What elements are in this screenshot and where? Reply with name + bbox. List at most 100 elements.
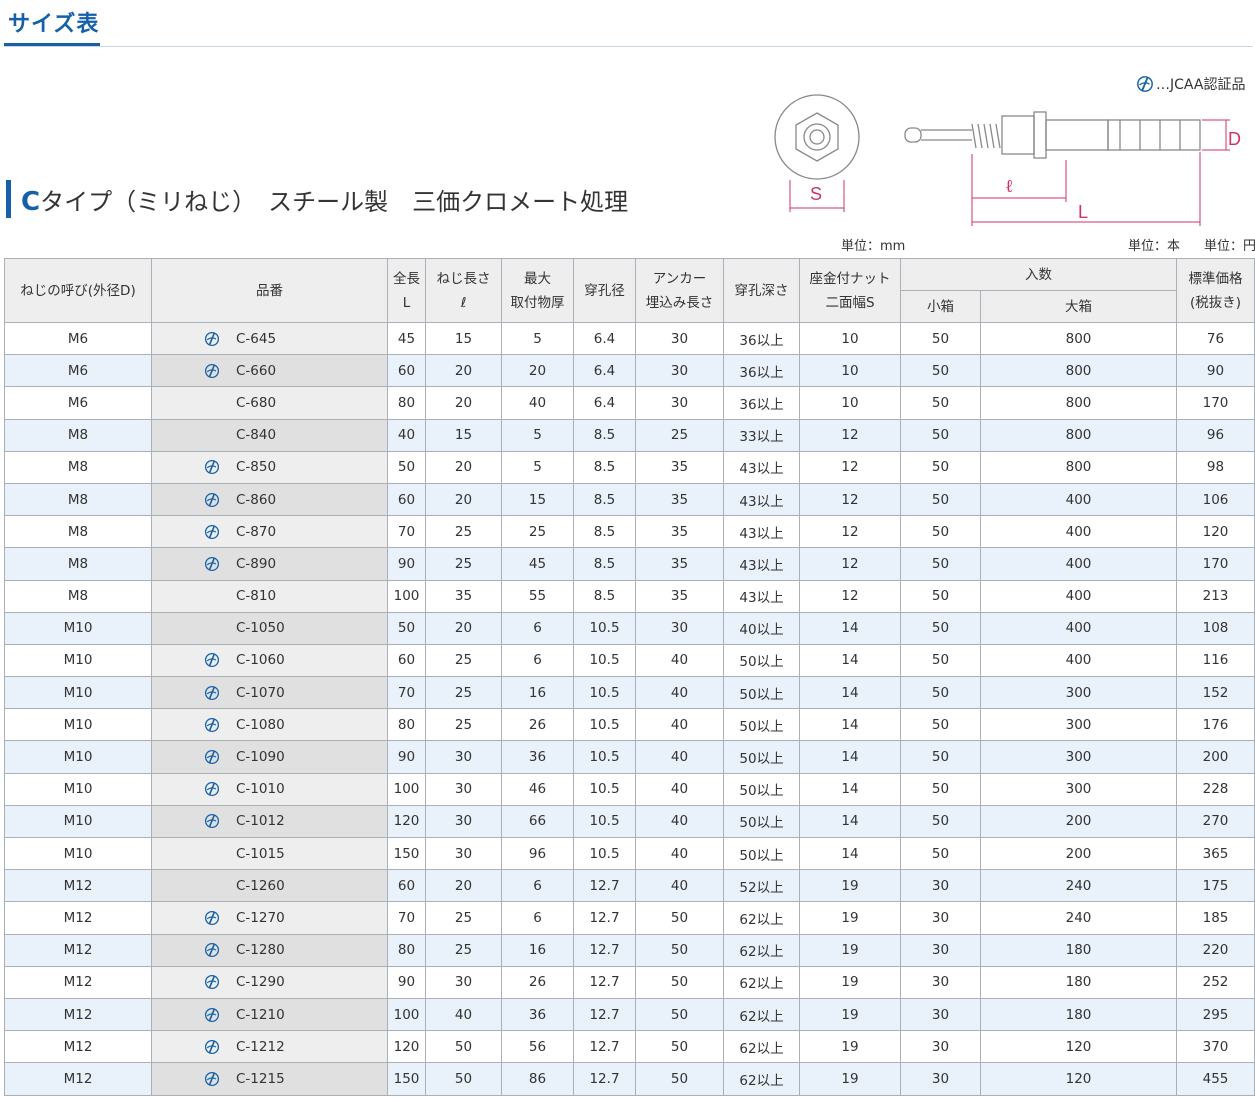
- header-nut-line1: 座金付ナット: [809, 270, 891, 287]
- cell-thread-length: 15: [425, 418, 502, 452]
- cell-thread-length: 20: [425, 386, 502, 420]
- cell-drill-depth: 43以上: [723, 482, 800, 517]
- hinban-wrapper: C-1215: [152, 1063, 387, 1094]
- unit-mm: 単位：mm: [841, 239, 906, 254]
- cell-drill-diameter: 12.7: [573, 965, 636, 999]
- hinban-wrapper: C-1012: [152, 806, 387, 837]
- table-row: M10 C-1080 80 25 26 10.5 40 50以上 14 50 300 176: [4, 708, 1255, 742]
- cell-nut-width: 19: [799, 965, 901, 999]
- header-price-line2: (税抜き): [1189, 294, 1242, 311]
- cell-drill-depth: 50以上: [723, 804, 800, 839]
- header-hinban: 品番: [151, 258, 388, 323]
- cell-price: 270: [1176, 804, 1255, 839]
- cell-drill-depth: 43以上: [723, 515, 800, 549]
- cell-length: 100: [387, 997, 426, 1032]
- jcaa-certified-icon: [204, 685, 220, 701]
- cell-price: 90: [1176, 354, 1255, 388]
- dimension-label-l: L: [1078, 202, 1088, 222]
- product-code: C-1270: [236, 909, 285, 926]
- cell-length: 50: [387, 611, 426, 645]
- cell-max-thickness: 6: [501, 869, 574, 903]
- jcaa-certified-icon: [204, 652, 220, 668]
- cell-embed-length: 50: [635, 965, 724, 999]
- header-large-box: 大箱: [980, 290, 1177, 323]
- cell-small-box: 50: [900, 579, 981, 613]
- cell-large-box: 300: [980, 740, 1177, 774]
- table-row: M10 C-1050 50 20 6 10.5 30 40以上 14 50 400 108: [4, 611, 1255, 645]
- cell-drill-diameter: 8.5: [573, 482, 636, 517]
- product-code: C-1260: [236, 877, 285, 894]
- jcaa-slot: [152, 363, 220, 379]
- cell-embed-length: 40: [635, 643, 724, 678]
- table-row: M10 C-1012 120 30 66 10.5 40 50以上 14 50 200 270: [4, 804, 1255, 839]
- cell-hinban: C-1215: [151, 1062, 388, 1096]
- jcaa-certified-icon: [204, 1039, 220, 1055]
- header-small-box: 小箱: [900, 290, 981, 323]
- cell-thread-length: 30: [425, 965, 502, 999]
- cell-max-thickness: 5: [501, 418, 574, 452]
- cell-drill-diameter: 10.5: [573, 804, 636, 839]
- product-code: C-1010: [236, 781, 285, 798]
- cell-length: 60: [387, 643, 426, 678]
- dimension-ell: [971, 154, 1067, 202]
- cell-hinban: C-810: [151, 579, 388, 613]
- cell-thread-length: 20: [425, 354, 502, 388]
- cell-large-box: 300: [980, 676, 1177, 710]
- cell-large-box: 240: [980, 869, 1177, 903]
- cell-length: 100: [387, 772, 426, 806]
- cell-nut-width: 19: [799, 901, 901, 935]
- hinban-wrapper: C-1280: [152, 935, 387, 966]
- cell-large-box: 800: [980, 354, 1177, 388]
- cell-thread-length: 35: [425, 579, 502, 613]
- cell-large-box: 400: [980, 482, 1177, 517]
- dimension-label-ell: ℓ: [1005, 176, 1014, 196]
- cell-max-thickness: 26: [501, 708, 574, 742]
- type-letter: C: [21, 186, 41, 217]
- cell-large-box: 400: [980, 547, 1177, 581]
- jcaa-slot: [152, 1039, 220, 1055]
- cell-embed-length: 30: [635, 386, 724, 420]
- jcaa-slot: [152, 685, 220, 701]
- cell-nominal: M12: [4, 933, 152, 967]
- cell-price: 295: [1176, 997, 1255, 1032]
- section-divider: [4, 46, 1253, 47]
- header-thread: ねじ長さ ℓ: [425, 258, 502, 323]
- cell-thread-length: 25: [425, 933, 502, 967]
- cell-small-box: 50: [900, 772, 981, 806]
- cell-nominal: M8: [4, 579, 152, 613]
- cell-small-box: 30: [900, 965, 981, 999]
- header-drill: 穿孔径: [573, 258, 636, 323]
- cell-max-thickness: 86: [501, 1062, 574, 1096]
- cell-nominal: M10: [4, 804, 152, 839]
- cell-nominal: M10: [4, 643, 152, 678]
- cell-thread-length: 50: [425, 1062, 502, 1096]
- cell-hinban: C-1010: [151, 772, 388, 806]
- cell-length: 70: [387, 515, 426, 549]
- jcaa-slot: [152, 556, 220, 572]
- cell-nominal: M10: [4, 611, 152, 645]
- product-code: C-1290: [236, 974, 285, 991]
- jcaa-slot: [152, 717, 220, 733]
- cell-hinban: C-1210: [151, 997, 388, 1032]
- header-price: 標準価格 (税抜き): [1176, 258, 1255, 323]
- dimension-label-d: D: [1228, 129, 1241, 149]
- cell-large-box: 240: [980, 901, 1177, 935]
- cell-thread-length: 15: [425, 321, 502, 356]
- table-row: M8 C-870 70 25 25 8.5 35 43以上 12 50 400 120: [4, 515, 1255, 549]
- cell-hinban: C-660: [151, 354, 388, 388]
- cell-embed-length: 40: [635, 740, 724, 774]
- cell-drill-depth: 50以上: [723, 772, 800, 806]
- cell-drill-depth: 62以上: [723, 965, 800, 999]
- cell-max-thickness: 16: [501, 676, 574, 710]
- cell-large-box: 800: [980, 386, 1177, 420]
- cell-price: 96: [1176, 418, 1255, 452]
- hinban-wrapper: C-840: [152, 420, 387, 451]
- cell-thread-length: 20: [425, 482, 502, 517]
- cell-nut-width: 12: [799, 547, 901, 581]
- cell-drill-depth: 50以上: [723, 708, 800, 742]
- table-row: M6 C-680 80 20 40 6.4 30 36以上 10 50 800 170: [4, 386, 1255, 420]
- cell-hinban: C-860: [151, 482, 388, 517]
- jcaa-certified-icon: [204, 459, 220, 475]
- section-title: サイズ表: [8, 12, 100, 37]
- cell-small-box: 50: [900, 676, 981, 710]
